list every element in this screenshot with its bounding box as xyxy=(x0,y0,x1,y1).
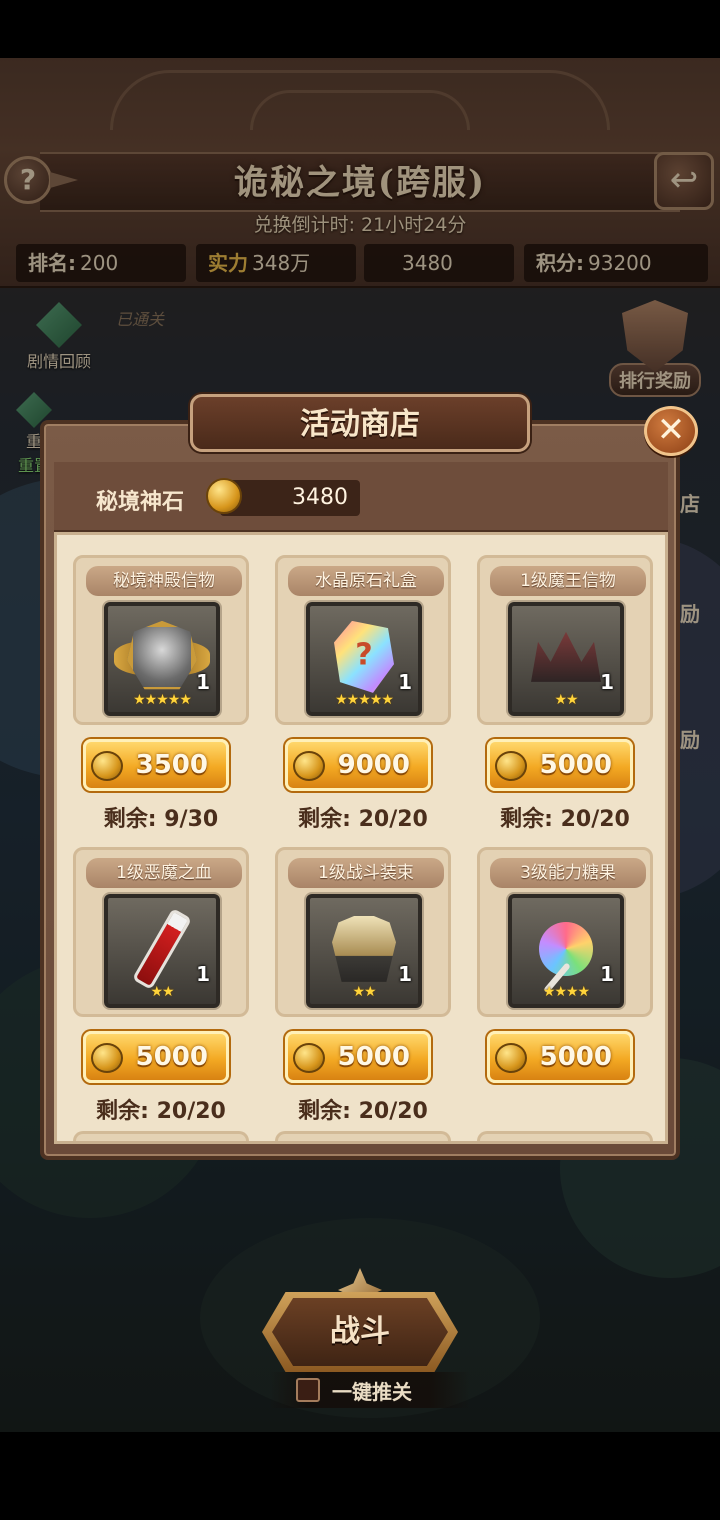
item-stars: ★★ xyxy=(554,692,578,708)
item-stars: ★★★★★ xyxy=(335,692,394,708)
item-stars: ★★★★★ xyxy=(133,692,192,708)
candy-icon xyxy=(539,921,593,994)
status-bar xyxy=(0,0,720,58)
item-slot[interactable]: 1 ★★★★ xyxy=(508,894,624,1008)
auto-advance-label: 一键推关 xyxy=(332,1380,412,1404)
item-count: 1 xyxy=(398,962,412,986)
item-count: 1 xyxy=(196,962,210,986)
item-name: 1级魔王信物 xyxy=(490,566,646,596)
item-count: 1 xyxy=(600,962,614,986)
shop-item-card[interactable]: 水晶原石礼盒 ? 1 ★★★★★ 9000 剩余: 20/20 xyxy=(275,555,451,841)
next-row-card-stub xyxy=(275,1131,451,1141)
item-name: 秘境神殿信物 xyxy=(86,566,242,596)
item-name: 3级能力糖果 xyxy=(490,858,646,888)
item-name: 1级战斗装束 xyxy=(288,858,444,888)
item-stars: ★★ xyxy=(150,984,174,1000)
price-stone-icon xyxy=(495,751,527,781)
auto-advance-checkbox[interactable] xyxy=(296,1378,320,1402)
price-stone-icon xyxy=(495,1043,527,1073)
crystal-gift-icon: ? xyxy=(334,620,394,693)
close-button[interactable]: ✕ xyxy=(644,406,698,456)
item-slot[interactable]: ? 1 ★★★★★ xyxy=(306,602,422,716)
next-row-card-stub xyxy=(477,1131,653,1141)
item-card-frame: 秘境神殿信物 1 ★★★★★ xyxy=(73,555,249,725)
demon-crown-icon xyxy=(531,631,601,682)
item-stars: ★★ xyxy=(352,984,376,1000)
price-stone-icon xyxy=(293,751,325,781)
battle-armor-icon xyxy=(332,915,396,982)
shop-item-card[interactable]: 1级魔王信物 1 ★★ 5000 剩余: 20/20 xyxy=(477,555,653,841)
shop-item-card[interactable]: 1级战斗装束 1 ★★ 5000 剩余: 20/20 xyxy=(275,847,451,1133)
item-card-frame: 1级恶魔之血 1 ★★ xyxy=(73,847,249,1017)
price-stone-icon xyxy=(91,751,123,781)
item-remaining: 剩余: 20/20 xyxy=(298,1099,428,1124)
next-row-card-stub xyxy=(73,1131,249,1141)
item-slot[interactable]: 1 ★★ xyxy=(104,894,220,1008)
item-stars: ★★★★ xyxy=(542,984,590,1000)
item-card-frame: 3级能力糖果 1 ★★★★ xyxy=(477,847,653,1017)
shop-item-card[interactable]: 3级能力糖果 1 ★★★★ 5000 xyxy=(477,847,653,1133)
price-stone-icon xyxy=(293,1043,325,1073)
currency-label: 秘境神石 xyxy=(96,490,185,515)
item-remaining: 剩余: 9/30 xyxy=(103,807,219,832)
item-count: 1 xyxy=(196,670,210,694)
item-slot[interactable]: 1 ★★ xyxy=(306,894,422,1008)
item-card-frame: 1级战斗装束 1 ★★ xyxy=(275,847,451,1017)
temple-crest-icon xyxy=(114,620,210,693)
nav-bar xyxy=(0,1432,720,1520)
secret-stone-icon xyxy=(206,478,242,514)
shop-item-card[interactable]: 1级恶魔之血 1 ★★ 5000 剩余: 20/20 xyxy=(73,847,249,1133)
item-remaining: 剩余: 20/20 xyxy=(500,807,630,832)
shop-item-card[interactable]: 秘境神殿信物 1 ★★★★★ 3500 剩余: 9/30 xyxy=(73,555,249,841)
item-count: 1 xyxy=(600,670,614,694)
item-name: 水晶原石礼盒 xyxy=(288,566,444,596)
dialog-title: 活动商店 xyxy=(300,407,420,442)
item-name: 1级恶魔之血 xyxy=(86,858,242,888)
item-count: 1 xyxy=(398,670,412,694)
item-card-frame: 水晶原石礼盒 ? 1 ★★★★★ xyxy=(275,555,451,725)
blood-vial-icon xyxy=(131,907,193,990)
battle-button[interactable]: 战斗 xyxy=(272,1298,448,1366)
item-remaining: 剩余: 20/20 xyxy=(96,1099,226,1124)
item-remaining: 剩余: 20/20 xyxy=(298,807,428,832)
item-slot[interactable]: 1 ★★ xyxy=(508,602,624,716)
item-card-frame: 1级魔王信物 1 ★★ xyxy=(477,555,653,725)
shop-item-grid: 秘境神殿信物 1 ★★★★★ 3500 剩余: 9/30 水晶原石礼盒 ? 1 … xyxy=(54,532,668,1144)
item-slot[interactable]: 1 ★★★★★ xyxy=(104,602,220,716)
price-stone-icon xyxy=(91,1043,123,1073)
